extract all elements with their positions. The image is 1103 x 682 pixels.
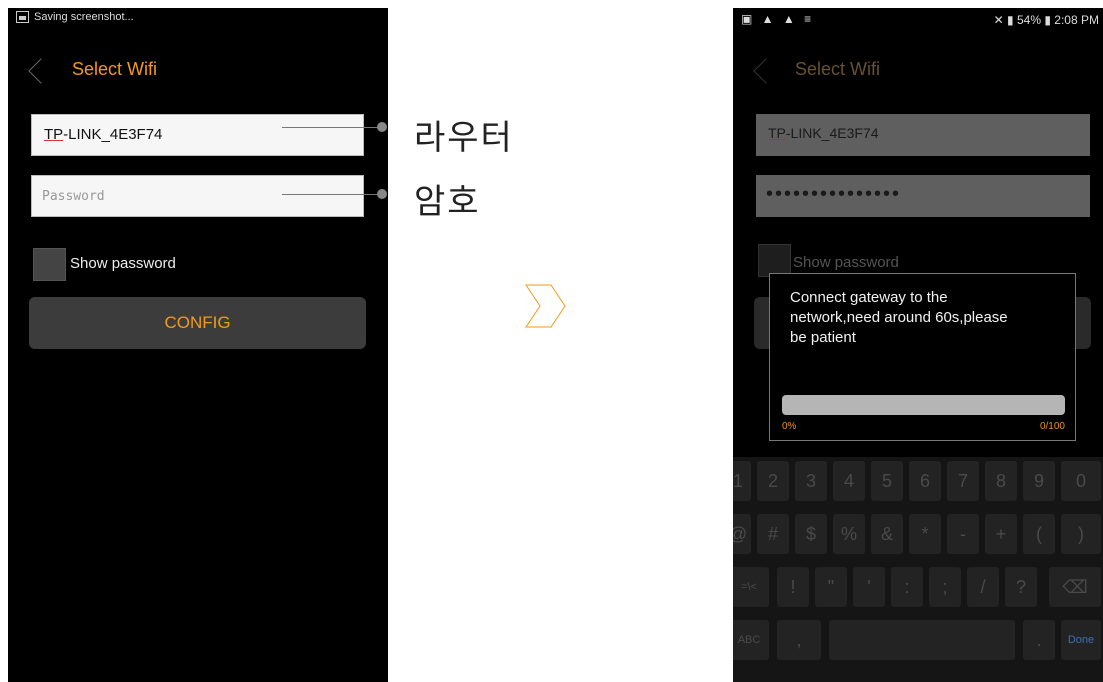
status-text: Saving screenshot...	[34, 11, 134, 23]
back-chevron-icon[interactable]	[28, 58, 54, 84]
done-key[interactable]: Done	[1061, 620, 1101, 660]
battery-icon: ▮	[1044, 13, 1051, 27]
key[interactable]: 9	[1023, 461, 1055, 501]
page-title: Select Wifi	[72, 59, 158, 79]
progress-percent: 0%	[782, 421, 797, 432]
left-phone-screen: Saving screenshot... Select Wifi TP-LINK…	[8, 8, 388, 682]
ssid-input[interactable]: TP-LINK_4E3F74	[756, 114, 1090, 156]
key[interactable]: 3	[795, 461, 827, 501]
status-time: 2:08 PM	[1054, 13, 1099, 27]
key[interactable]: &	[871, 514, 903, 554]
page-title: Select Wifi	[795, 59, 881, 79]
key[interactable]: ;	[929, 567, 961, 607]
progress-count: 0/100	[1039, 421, 1065, 432]
config-button[interactable]: CONFIG	[29, 297, 366, 349]
key[interactable]: ?	[1005, 567, 1037, 607]
next-step-arrow-icon	[525, 284, 566, 328]
key[interactable]: 4	[833, 461, 865, 501]
key[interactable]: /	[967, 567, 999, 607]
router-leader-dot	[377, 122, 387, 132]
key[interactable]: $	[795, 514, 827, 554]
key[interactable]: *	[909, 514, 941, 554]
password-input[interactable]: •••••••••••••••	[756, 175, 1090, 217]
key[interactable]: 1	[733, 461, 751, 501]
keyboard-row-3: =\< ! " ' : ; / ? ⌫	[733, 563, 1103, 611]
key[interactable]: +	[985, 514, 1017, 554]
password-leader-dot	[377, 189, 387, 199]
status-bar: ▣ ▲ ▲ ≡ ✕ ▮ 54% ▮ 2:08 PM	[733, 8, 1103, 32]
key[interactable]: 7	[947, 461, 979, 501]
notification-icons: ▣ ▲ ▲ ≡	[741, 12, 815, 26]
backspace-key[interactable]: ⌫	[1049, 567, 1101, 607]
router-callout: 라우터	[414, 118, 514, 158]
ssid-prefix: TP	[44, 126, 64, 143]
key[interactable]: 6	[909, 461, 941, 501]
password-callout: 암호	[414, 182, 481, 222]
back-chevron-icon[interactable]	[753, 58, 779, 84]
show-password-checkbox[interactable]	[33, 248, 66, 281]
key[interactable]: !	[777, 567, 809, 607]
key[interactable]: #	[757, 514, 789, 554]
status-bar: Saving screenshot...	[8, 8, 388, 28]
key[interactable]: @	[733, 514, 751, 554]
progress-bar	[782, 395, 1065, 415]
keyboard-row-1: 1 2 3 4 5 6 7 8 9 0	[733, 457, 1103, 505]
key[interactable]: 8	[985, 461, 1017, 501]
key[interactable]: '	[853, 567, 885, 607]
period-key[interactable]: .	[1023, 620, 1055, 660]
right-phone-screen: ▣ ▲ ▲ ≡ ✕ ▮ 54% ▮ 2:08 PM Select Wifi TP…	[733, 8, 1103, 682]
router-leader-line	[282, 127, 382, 128]
keyboard-row-4: ABC , . Done	[733, 616, 1103, 664]
key[interactable]: :	[891, 567, 923, 607]
symbol-keyboard: 1 2 3 4 5 6 7 8 9 0 @ # $ % & * - + ( ) …	[733, 457, 1103, 682]
key[interactable]: 0	[1061, 461, 1101, 501]
show-password-label: Show password	[793, 254, 899, 271]
comma-key[interactable]: ,	[777, 620, 821, 660]
keyboard-row-2: @ # $ % & * - + ( )	[733, 510, 1103, 558]
key[interactable]: %	[833, 514, 865, 554]
abc-key[interactable]: ABC	[733, 620, 769, 660]
screenshot-icon	[16, 11, 29, 23]
battery-percent: 54%	[1016, 13, 1041, 27]
ssid-rest: -LINK_4E3F74	[785, 125, 879, 141]
signal-icon: ✕ ▮	[993, 13, 1014, 27]
password-leader-line	[282, 194, 382, 195]
key[interactable]: 2	[757, 461, 789, 501]
ssid-rest: -LINK_4E3F74	[63, 126, 163, 143]
password-input[interactable]: Password	[31, 175, 364, 217]
show-password-label: Show password	[70, 255, 176, 272]
dialog-message: Connect gateway to the network,need arou…	[790, 289, 1008, 346]
key[interactable]: (	[1023, 514, 1055, 554]
key[interactable]: -	[947, 514, 979, 554]
key[interactable]: 5	[871, 461, 903, 501]
ssid-prefix: TP	[768, 125, 786, 141]
ssid-input[interactable]: TP-LINK_4E3F74	[31, 114, 364, 156]
progress-dialog: Connect gateway to the network,need arou…	[769, 273, 1076, 441]
key[interactable]: )	[1061, 514, 1101, 554]
key[interactable]: "	[815, 567, 847, 607]
key[interactable]: =\<	[733, 567, 769, 607]
status-right: ✕ ▮ 54% ▮ 2:08 PM	[994, 13, 1099, 27]
space-key[interactable]	[829, 620, 1015, 660]
